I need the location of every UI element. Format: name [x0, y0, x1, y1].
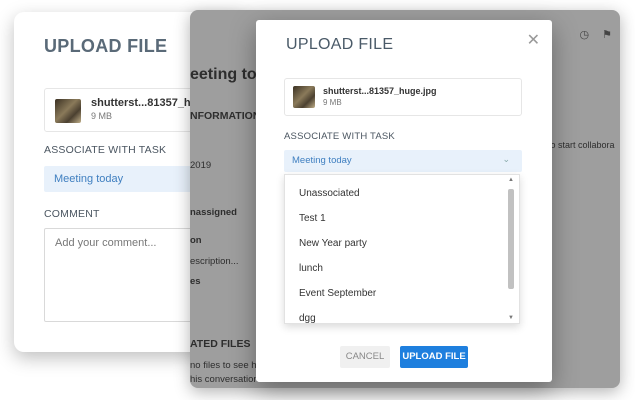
close-icon[interactable]: ✕: [527, 30, 540, 50]
no-files-text-line2: his conversation.: [190, 374, 262, 385]
dropdown-option-unassociated[interactable]: Unassociated: [299, 188, 360, 199]
dropdown-option-new-year-party[interactable]: New Year party: [299, 238, 367, 249]
dropdown-scrollbar[interactable]: [508, 189, 514, 289]
description-label: on: [190, 235, 202, 246]
task-assignee: nassigned: [190, 207, 237, 218]
tags-label: es: [190, 276, 201, 287]
associate-task-label: ASSOCIATE WITH TASK: [284, 131, 395, 142]
modal-title: UPLOAD FILE: [286, 36, 394, 53]
file-size: 9 MB: [323, 98, 342, 107]
task-heading: eeting tod: [190, 66, 267, 83]
dropdown-option-lunch[interactable]: lunch: [299, 263, 323, 274]
chevron-down-icon: ⌄: [502, 154, 510, 164]
back-task-value: Meeting today: [54, 173, 124, 185]
back-comment-label: COMMENT: [44, 208, 100, 220]
scroll-up-arrow[interactable]: ▲: [508, 177, 514, 183]
information-heading: NFORMATION: [190, 110, 261, 122]
task-date: 2019: [190, 160, 212, 171]
file-thumbnail: [293, 86, 315, 108]
file-name: shutterst...81357_huge.jpg: [323, 86, 437, 96]
description-placeholder: escription...: [190, 256, 239, 267]
upload-file-modal: UPLOAD FILE ✕ shutterst...81357_huge.jpg…: [256, 20, 552, 382]
cancel-button[interactable]: CANCEL: [340, 346, 390, 368]
task-select-value: Meeting today: [292, 155, 352, 166]
upload-file-button[interactable]: UPLOAD FILE: [400, 346, 468, 368]
dropdown-option-dgg[interactable]: dgg: [299, 313, 316, 323]
related-files-heading: ATED FILES: [190, 338, 251, 350]
task-select[interactable]: Meeting today ⌄: [284, 150, 522, 172]
comment-placeholder: Add your comment...: [55, 237, 157, 249]
task-dropdown-list[interactable]: Unassociated Test 1 New Year party lunch…: [284, 174, 520, 324]
file-size: 9 MB: [91, 111, 113, 121]
header-icons: ◷ ⚑: [579, 28, 612, 41]
file-attachment: shutterst...81357_huge.jpg 9 MB: [284, 78, 522, 116]
back-associate-label: ASSOCIATE WITH TASK: [44, 144, 167, 156]
back-panel-title: UPLOAD FILE: [44, 36, 168, 56]
no-files-text-line1: no files to see he: [190, 360, 262, 371]
file-thumbnail: [55, 99, 81, 123]
scroll-down-arrow[interactable]: ▼: [508, 315, 514, 321]
flag-icon[interactable]: ⚑: [602, 29, 612, 41]
tag-icon[interactable]: ◷: [579, 29, 589, 41]
dropdown-option-test-1[interactable]: Test 1: [299, 213, 326, 224]
dropdown-option-event-september[interactable]: Event September: [299, 288, 376, 299]
